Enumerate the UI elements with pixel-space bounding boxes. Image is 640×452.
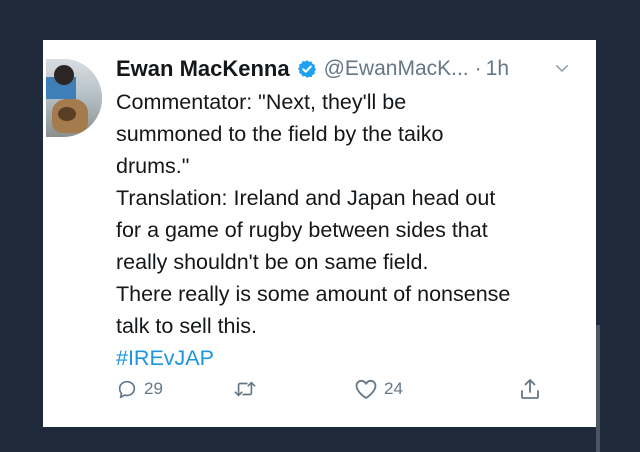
tweet-header: Ewan MacKenna @EwanMacK... · 1h (116, 54, 509, 84)
separator-dot: · (474, 57, 482, 80)
tweet-timestamp[interactable]: 1h (486, 57, 509, 81)
share-icon (521, 379, 539, 399)
like-icon (355, 379, 377, 399)
tweet-text-line: Translation: Ireland and Japan head out (116, 186, 496, 210)
tweet-text-line: There really is some amount of nonsense (116, 282, 511, 306)
tweet-text: Commentator: "Next, they'll be summoned … (116, 86, 586, 374)
reply-icon (118, 380, 136, 399)
tweet-actions: 29 24 (116, 373, 586, 405)
avatar[interactable] (46, 59, 102, 137)
verified-badge-icon (297, 60, 316, 78)
tweet-text-line: talk to sell this. (116, 314, 257, 338)
retweet-icon (234, 381, 256, 397)
scrollbar[interactable] (596, 325, 600, 452)
tweet-text-line: really shouldn't be on same field. (116, 250, 429, 274)
reply-count: 29 (144, 379, 163, 398)
tweet-card: Ewan MacKenna @EwanMacK... · 1h Commenta… (43, 40, 596, 427)
author-handle[interactable]: @EwanMacK... (324, 57, 469, 81)
chevron-down-icon[interactable] (553, 59, 571, 77)
tweet-text-line: drums." (116, 154, 190, 178)
like-button[interactable]: 24 (354, 373, 403, 405)
tweet-text-line: summoned to the field by the taiko (116, 122, 444, 146)
share-button[interactable] (519, 373, 541, 405)
hashtag-link[interactable]: #IREvJAP (116, 342, 586, 374)
like-count: 24 (384, 379, 403, 398)
tweet-text-line: for a game of rugby between sides that (116, 218, 488, 242)
tweet-text-line: Commentator: "Next, they'll be (116, 90, 407, 114)
reply-button[interactable]: 29 (116, 373, 163, 405)
author-name[interactable]: Ewan MacKenna (116, 56, 290, 82)
retweet-button[interactable] (233, 373, 263, 405)
